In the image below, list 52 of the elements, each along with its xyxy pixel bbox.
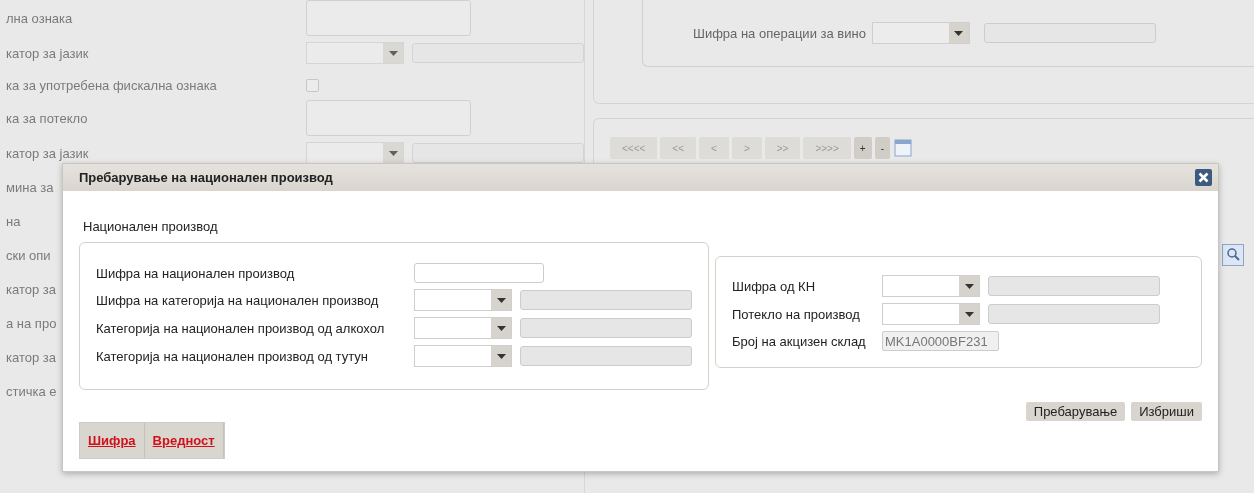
- caret-icon: [388, 150, 398, 156]
- text-area[interactable]: [306, 100, 471, 136]
- field-label: катор за јазик: [6, 45, 89, 61]
- dropdown[interactable]: [306, 42, 404, 64]
- field-label: катор за јазик: [6, 145, 89, 161]
- field-label: Шифра на операции за вино: [693, 25, 866, 41]
- dropdown[interactable]: [882, 275, 980, 297]
- field-label: стичка е: [6, 383, 57, 399]
- close-icon[interactable]: [1195, 169, 1212, 186]
- caret-icon: [496, 353, 506, 359]
- dropdown[interactable]: [414, 345, 512, 367]
- window-icon[interactable]: [892, 137, 913, 159]
- dropdown[interactable]: [414, 317, 512, 339]
- field-label: ски опи: [6, 247, 51, 263]
- action-button[interactable]: Избриши: [1131, 402, 1202, 421]
- field-label: ка за употребена фискална ознака: [6, 77, 217, 93]
- field-label: Шифра на национален производ: [96, 265, 296, 281]
- input-field[interactable]: [414, 263, 544, 283]
- caret-icon: [388, 50, 398, 56]
- pager-button[interactable]: -: [874, 137, 890, 159]
- field-label: Број на акцизен склад: [732, 333, 867, 349]
- pager-button[interactable]: +: [853, 137, 872, 159]
- field-label: лна ознака: [6, 10, 73, 26]
- input-field: MK1A0000BF231: [882, 331, 999, 351]
- dropdown[interactable]: [882, 303, 980, 325]
- dropdown[interactable]: [306, 142, 404, 164]
- field-label: Потекло на производ: [732, 306, 861, 322]
- tab-link[interactable]: Вредност: [144, 423, 224, 458]
- field-label: катор за: [6, 349, 56, 365]
- field-label: катор за: [6, 281, 56, 297]
- section-title: Национален производ: [83, 219, 219, 234]
- text-area[interactable]: [306, 0, 471, 36]
- dialog-title: Пребарување на национален производ: [79, 170, 333, 185]
- dropdown[interactable]: [414, 289, 512, 311]
- caret-icon: [964, 283, 974, 289]
- caret-icon: [496, 325, 506, 331]
- caret-icon: [496, 297, 506, 303]
- dropdown[interactable]: [871, 22, 970, 44]
- field-label: мина за: [6, 179, 54, 195]
- field-label: Шифра од КН: [732, 278, 817, 294]
- tab-link[interactable]: Шифра: [80, 423, 145, 458]
- caret-icon: [954, 30, 964, 36]
- field-label: на: [6, 213, 21, 229]
- caret-icon: [964, 311, 974, 317]
- field-label: Шифра на категорија на национален производ: [96, 292, 380, 308]
- search-icon[interactable]: [1222, 244, 1244, 266]
- action-button[interactable]: Пребарување: [1025, 402, 1126, 421]
- field-label: Категорија на национален производ од тутун: [96, 348, 369, 364]
- field-label: Категорија на национален производ од алкохол: [96, 320, 386, 336]
- field-label: ка за потекло: [6, 110, 88, 126]
- field-label: а на про: [6, 315, 57, 331]
- checkbox[interactable]: [306, 78, 319, 92]
